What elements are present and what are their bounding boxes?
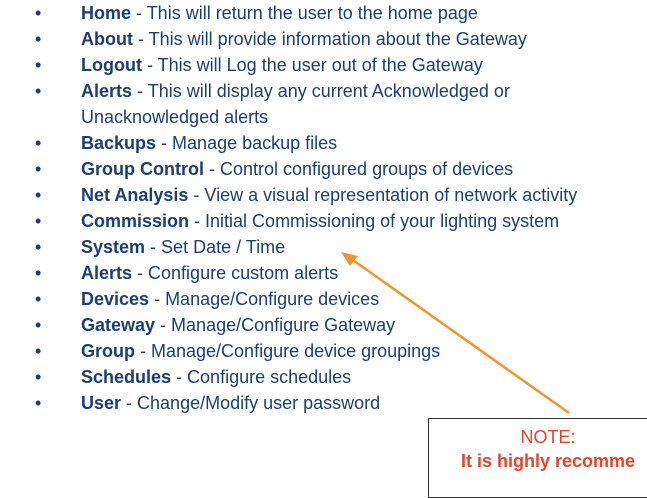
item-term: Backups xyxy=(81,133,157,153)
item-description: Initial Commissioning of your lighting s… xyxy=(205,211,560,231)
separator: - xyxy=(156,133,173,153)
bullet-icon: • xyxy=(35,289,42,309)
item-description: Manage/Configure devices xyxy=(165,289,380,309)
separator: - xyxy=(132,81,148,101)
note-callout: NOTE: It is highly recomme xyxy=(428,418,647,498)
separator: - xyxy=(203,159,220,179)
bullet-icon: • xyxy=(35,185,42,205)
item-description: Set Date / Time xyxy=(161,237,286,257)
separator: - xyxy=(145,237,162,257)
bullet-icon: • xyxy=(35,159,42,179)
list-item-group-control: • Group Control - Control configured gro… xyxy=(0,156,513,182)
item-term: Group xyxy=(81,341,135,361)
item-description: Manage/Configure device groupings xyxy=(151,341,441,361)
list-item-group: • Group - Manage/Configure device groupi… xyxy=(0,338,440,364)
bullet-icon: • xyxy=(35,29,42,49)
separator: - xyxy=(171,367,188,387)
separator: - xyxy=(135,341,151,361)
item-term: Logout xyxy=(81,55,142,75)
item-term: Schedules xyxy=(81,367,172,387)
item-description: This will return the user to the home pa… xyxy=(146,3,478,23)
note-body: It is highly recomme xyxy=(460,451,636,471)
list-item-net-analysis: • Net Analysis - View a visual represent… xyxy=(0,182,577,208)
list-item-devices: • Devices - Manage/Configure devices xyxy=(0,286,379,312)
note-title: NOTE: xyxy=(520,427,576,447)
bullet-icon: • xyxy=(35,211,42,231)
separator: - xyxy=(188,185,205,205)
separator: - xyxy=(189,211,206,231)
bullet-icon: • xyxy=(35,263,42,283)
item-description: This will Log the user out of the Gatewa… xyxy=(157,55,483,75)
list-item-gateway: • Gateway - Manage/Configure Gateway xyxy=(0,312,395,338)
separator: - xyxy=(141,55,158,75)
list-item-about: • About - This will provide information … xyxy=(0,26,527,52)
item-term: System xyxy=(81,237,146,257)
list-item-user: • User - Change/Modify user password xyxy=(0,390,380,416)
item-term: Alerts xyxy=(81,81,133,101)
item-description: Manage/Configure Gateway xyxy=(171,315,396,335)
item-description: Change/Modify user password xyxy=(137,393,381,413)
bullet-icon: • xyxy=(35,367,42,387)
bullet-icon: • xyxy=(35,393,42,413)
list-item-alerts: • Alerts - This will display any current… xyxy=(0,78,561,130)
item-description: Manage backup files xyxy=(172,133,338,153)
item-term: Gateway xyxy=(81,315,156,335)
bullet-icon: • xyxy=(35,3,42,23)
separator: - xyxy=(155,315,172,335)
item-term: Home xyxy=(81,3,132,23)
item-term: Commission xyxy=(81,211,190,231)
bullet-icon: • xyxy=(35,341,42,361)
list-item-backups: • Backups - Manage backup files xyxy=(0,130,337,156)
item-term: User xyxy=(81,393,122,413)
list-item-schedules: • Schedules - Configure schedules xyxy=(0,364,351,390)
bullet-icon: • xyxy=(35,55,42,75)
list-item-home: • Home - This will return the user to th… xyxy=(0,0,478,26)
item-description: This will provide information about the … xyxy=(148,29,527,49)
item-description: Control configured groups of devices xyxy=(219,159,514,179)
item-term: Devices xyxy=(81,289,150,309)
list-item-logout: • Logout - This will Log the user out of… xyxy=(0,52,483,78)
item-description: View a visual representation of network … xyxy=(204,185,578,205)
bullet-icon: • xyxy=(35,315,42,335)
separator: - xyxy=(132,263,149,283)
separator: - xyxy=(131,3,147,23)
list-item-system: • System - Set Date / Time xyxy=(0,234,285,260)
item-term: Net Analysis xyxy=(81,185,189,205)
item-term: About xyxy=(81,29,133,49)
separator: - xyxy=(149,289,166,309)
list-item-alerts-config: • Alerts - Configure custom alerts xyxy=(0,260,338,286)
item-term: Alerts xyxy=(81,263,133,283)
separator: - xyxy=(132,29,149,49)
arrow-head-icon xyxy=(341,252,358,266)
item-description: Configure custom alerts xyxy=(148,263,339,283)
bullet-icon: • xyxy=(35,237,42,257)
bullet-icon: • xyxy=(35,81,42,101)
separator: - xyxy=(121,393,138,413)
item-description: Configure schedules xyxy=(187,367,352,387)
list-item-commission: • Commission - Initial Commissioning of … xyxy=(0,208,559,234)
item-term: Group Control xyxy=(81,159,204,179)
bullet-icon: • xyxy=(35,133,42,153)
